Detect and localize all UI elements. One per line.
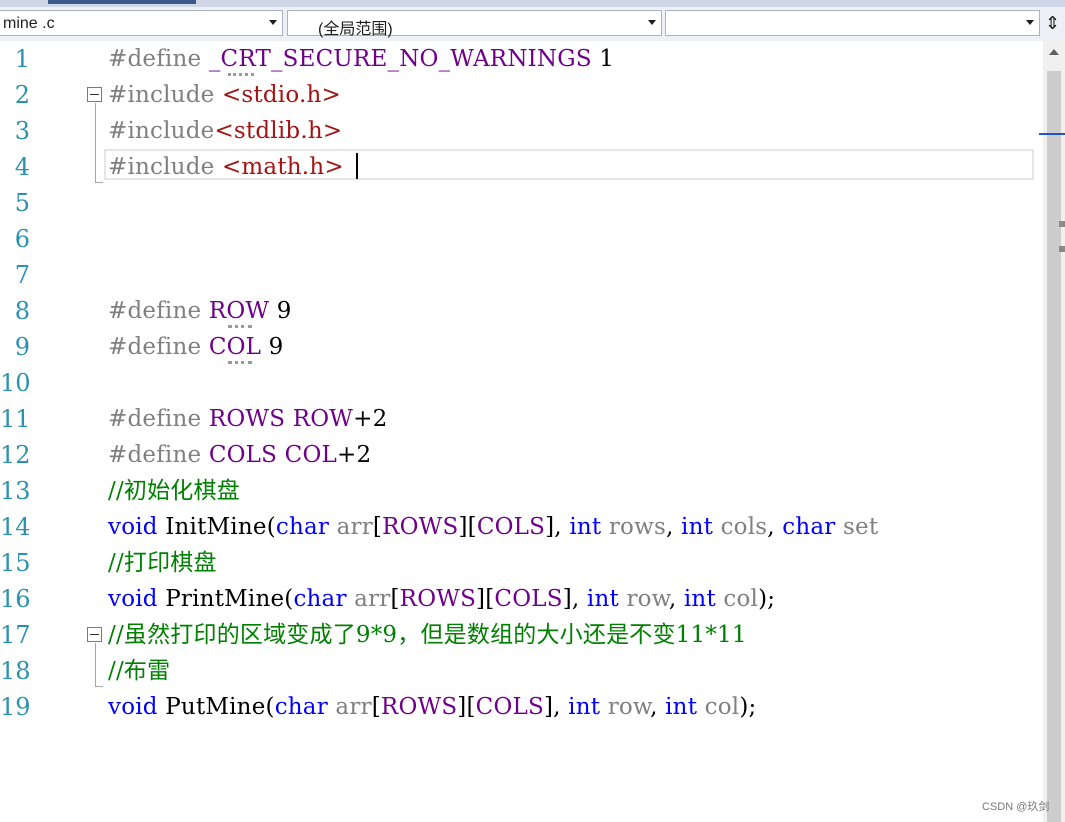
line-number: 14 <box>0 513 30 541</box>
code-line-4: #include <math.h> <box>108 154 344 180</box>
fold-guide-line <box>95 103 96 183</box>
fold-guide-line <box>95 643 96 687</box>
global-scope-label: (全局范围) <box>318 21 393 38</box>
line-number: 18 <box>0 657 30 685</box>
line-number: 19 <box>0 693 30 721</box>
code-line-17-comment: //虽然打印的区域变成了9*9，但是数组的大小还是不变11*11 <box>108 622 747 648</box>
scroll-marker <box>1059 221 1065 227</box>
warning-squiggle <box>228 70 254 76</box>
code-line-18-comment: //布雷 <box>108 658 171 684</box>
chevron-down-icon <box>1026 20 1034 25</box>
line-number: 2 <box>14 81 30 109</box>
code-line-13-comment: //初始化棋盘 <box>108 478 240 504</box>
split-window-button[interactable]: ⇕ <box>1040 10 1065 36</box>
line-number: 8 <box>14 297 30 325</box>
text-caret <box>356 153 358 179</box>
line-number: 6 <box>14 225 30 253</box>
line-number: 17 <box>0 621 30 649</box>
code-line-1: #define _CRT_SECURE_NO_WARNINGS 1 <box>108 46 615 72</box>
code-line-12: #define COLS COL+2 <box>108 442 372 468</box>
line-number: 3 <box>14 117 30 145</box>
file-scope-dropdown[interactable]: mine .c <box>0 10 283 36</box>
watermark: CSDN @玖剑 <box>982 801 1050 813</box>
line-number: 13 <box>0 477 30 505</box>
navigation-bar: mine .c (全局范围) ⇕ <box>0 7 1065 42</box>
active-tab-indicator <box>48 0 196 4</box>
file-scope-label: mine .c <box>3 15 55 32</box>
vertical-scrollbar[interactable] <box>1039 41 1065 822</box>
scroll-up-arrow-icon[interactable] <box>1049 49 1059 55</box>
chevron-down-icon <box>648 20 656 25</box>
line-number: 12 <box>0 441 30 469</box>
global-scope-dropdown[interactable]: (全局范围) <box>287 10 662 38</box>
split-icon: ⇕ <box>1044 12 1061 33</box>
code-line-3: #include<stdlib.h> <box>108 118 343 144</box>
line-number: 5 <box>14 189 30 217</box>
code-line-14: void InitMine(char arr[ROWS][COLS], int … <box>108 514 879 540</box>
fold-guide-end <box>95 182 103 183</box>
scroll-marker <box>1059 246 1065 252</box>
line-number: 1 <box>14 45 30 73</box>
line-number: 9 <box>14 333 30 361</box>
code-line-11: #define ROWS ROW+2 <box>108 406 388 432</box>
chevron-down-icon <box>269 20 277 25</box>
code-line-15-comment: //打印棋盘 <box>108 550 217 576</box>
code-line-9: #define COL 9 <box>108 334 284 360</box>
collapse-region-icon[interactable] <box>87 87 102 102</box>
warning-squiggle <box>228 322 252 328</box>
code-line-19: void PutMine(char arr[ROWS][COLS], int r… <box>108 694 757 720</box>
member-dropdown[interactable] <box>665 10 1040 36</box>
line-number: 4 <box>14 153 30 181</box>
line-number: 7 <box>14 261 30 289</box>
code-line-2: #include <stdio.h> <box>108 82 341 108</box>
line-number: 16 <box>0 585 30 613</box>
code-editor[interactable]: 1 2 3 4 5 6 7 8 9 10 11 12 13 14 15 16 1… <box>0 41 1043 822</box>
code-line-16: void PrintMine(char arr[ROWS][COLS], int… <box>108 586 776 612</box>
document-tab-strip <box>0 0 1065 7</box>
line-number: 15 <box>0 549 30 577</box>
caret-position-marker <box>1039 133 1065 135</box>
line-number: 11 <box>0 405 30 433</box>
scrollbar-thumb[interactable] <box>1047 71 1061 822</box>
line-number: 10 <box>0 369 30 397</box>
fold-guide-end <box>95 686 103 687</box>
code-line-8: #define ROW 9 <box>108 298 292 324</box>
warning-squiggle <box>228 358 252 364</box>
collapse-region-icon[interactable] <box>87 627 102 642</box>
